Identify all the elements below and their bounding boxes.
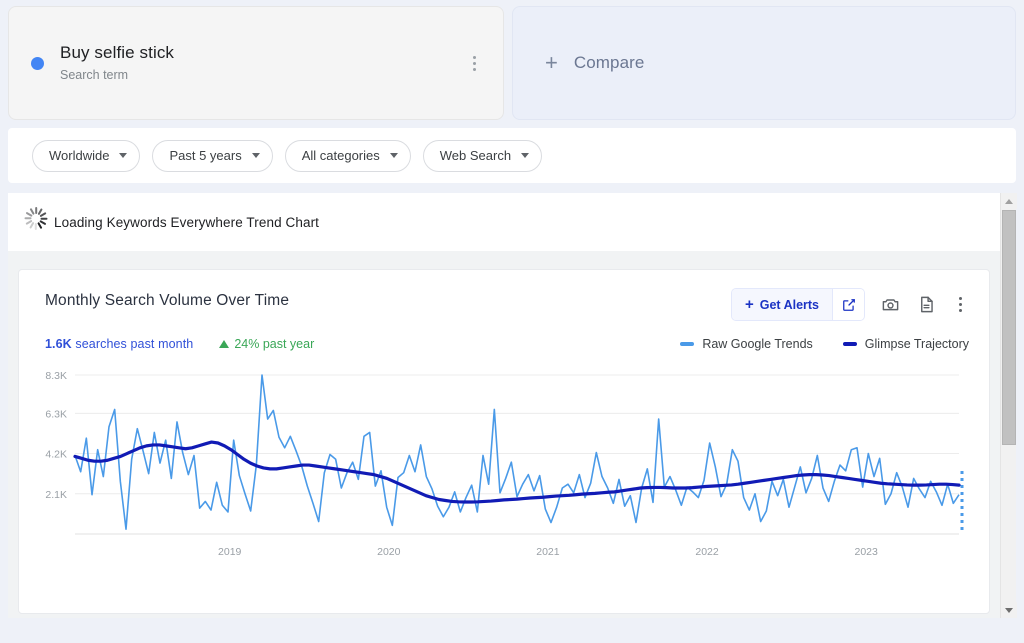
filter-chip-region[interactable]: Worldwide (32, 140, 140, 172)
chart-actions: + Get Alerts (731, 288, 969, 321)
svg-text:2023: 2023 (855, 546, 879, 558)
trend-plot: 8.3K 6.3K 4.2K 2.1K 2019 2020 2021 2022 2023 (45, 367, 971, 557)
svg-text:6.3K: 6.3K (45, 408, 67, 420)
search-term-title: Buy selfie stick (60, 42, 174, 64)
get-alerts-group: + Get Alerts (731, 288, 865, 321)
filter-chip-region-label: Worldwide (49, 148, 109, 163)
svg-text:2022: 2022 (695, 546, 719, 558)
external-link-icon (842, 298, 856, 312)
scrollbar-thumb[interactable] (1002, 210, 1016, 445)
filter-chip-searchtype-label: Web Search (440, 148, 511, 163)
svg-text:2019: 2019 (218, 546, 242, 558)
chevron-down-icon (252, 153, 260, 158)
chevron-up-icon (1005, 199, 1013, 204)
chart-more-menu-icon[interactable] (951, 297, 969, 312)
plus-icon: + (545, 52, 558, 74)
get-alerts-button[interactable]: + Get Alerts (732, 289, 832, 320)
loading-text: Loading Keywords Everywhere Trend Chart (54, 215, 319, 230)
scroll-region: Loading Keywords Everywhere Trend Chart … (8, 193, 1016, 618)
chevron-down-icon (521, 153, 529, 158)
legend-swatch-trajectory (843, 342, 857, 346)
legend-label-trajectory: Glimpse Trajectory (865, 337, 969, 351)
svg-text:2021: 2021 (536, 546, 560, 558)
scroll-up-button[interactable] (1001, 193, 1017, 209)
trend-chart-svg[interactable]: 8.3K 6.3K 4.2K 2.1K 2019 2020 2021 2022 2023 (45, 367, 973, 562)
compare-label: Compare (574, 53, 645, 73)
chart-legend: Raw Google Trends Glimpse Trajectory (680, 337, 969, 351)
svg-text:8.3K: 8.3K (45, 370, 67, 382)
year-delta-stat: 24% past year (219, 337, 314, 351)
get-alerts-label: Get Alerts (760, 298, 819, 312)
search-volume-stat: 1.6K searches past month (45, 337, 193, 351)
loading-spinner-icon (22, 208, 50, 236)
scroll-content: Loading Keywords Everywhere Trend Chart … (8, 193, 1000, 618)
document-icon (917, 295, 936, 314)
year-delta-label: 24% past year (234, 337, 314, 351)
filter-chip-timerange-label: Past 5 years (169, 148, 241, 163)
plus-icon: + (745, 297, 754, 312)
svg-text:2.1K: 2.1K (45, 489, 67, 501)
legend-item-raw[interactable]: Raw Google Trends (680, 337, 812, 351)
filter-chip-searchtype[interactable]: Web Search (423, 140, 542, 172)
filter-bar: Worldwide Past 5 years All categories We… (8, 128, 1016, 183)
loading-banner: Loading Keywords Everywhere Trend Chart (8, 193, 1000, 251)
filter-chip-category[interactable]: All categories (285, 140, 411, 172)
svg-text:4.2K: 4.2K (45, 449, 67, 461)
scroll-down-button[interactable] (1001, 602, 1017, 618)
trend-up-icon (219, 340, 229, 348)
compare-card[interactable]: + Compare (512, 6, 1016, 120)
legend-label-raw: Raw Google Trends (702, 337, 812, 351)
search-term-text: Buy selfie stick Search term (60, 42, 174, 84)
chevron-down-icon (390, 153, 398, 158)
search-volume-value: 1.6K (45, 337, 72, 351)
legend-item-trajectory[interactable]: Glimpse Trajectory (843, 337, 969, 351)
svg-text:2020: 2020 (377, 546, 401, 558)
chevron-down-icon (119, 153, 127, 158)
vertical-scrollbar[interactable] (1000, 193, 1016, 618)
app-root: Buy selfie stick Search term + Compare W… (0, 0, 1024, 643)
chart-header: Monthly Search Volume Over Time + Get Al… (19, 270, 989, 321)
chart-stats-row: 1.6K searches past month 24% past year R… (19, 321, 989, 351)
search-term-menu-icon[interactable] (465, 54, 483, 72)
search-volume-label: searches past month (72, 337, 194, 351)
search-term-content: Buy selfie stick Search term (9, 7, 503, 119)
export-report-button[interactable] (915, 294, 937, 316)
open-external-button[interactable] (832, 289, 864, 320)
series-color-dot-icon (31, 57, 44, 70)
legend-swatch-raw (680, 342, 694, 346)
search-term-row: Buy selfie stick Search term + Compare (0, 0, 1024, 120)
camera-icon (881, 295, 900, 314)
chevron-down-icon (1005, 608, 1013, 613)
filter-chip-category-label: All categories (302, 148, 380, 163)
trend-chart-card: Monthly Search Volume Over Time + Get Al… (18, 269, 990, 614)
screenshot-button[interactable] (879, 294, 901, 316)
search-term-card[interactable]: Buy selfie stick Search term (8, 6, 504, 120)
filter-chip-timerange[interactable]: Past 5 years (152, 140, 272, 172)
chart-title: Monthly Search Volume Over Time (45, 292, 289, 310)
search-term-subtitle: Search term (60, 66, 174, 84)
